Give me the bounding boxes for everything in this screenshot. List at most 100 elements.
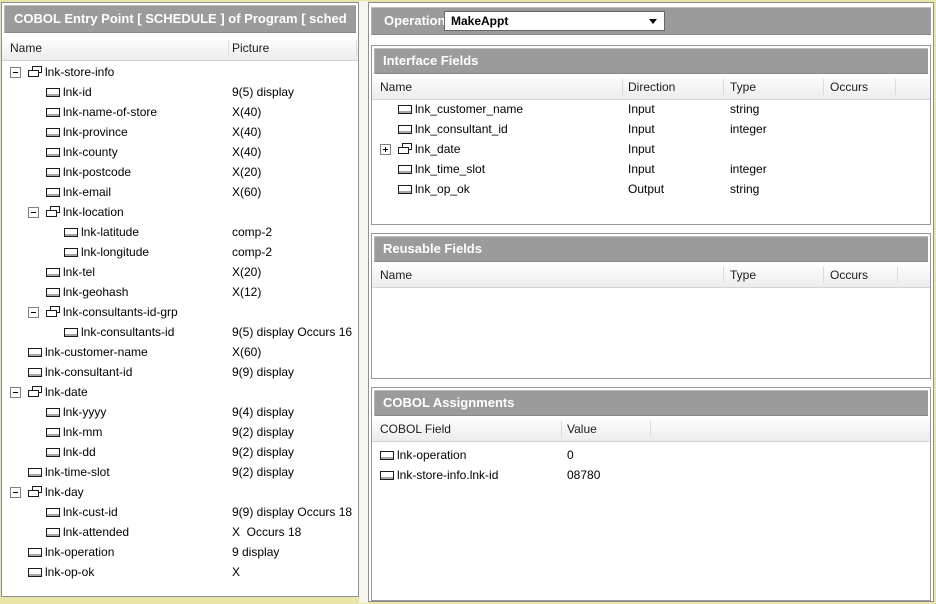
tree-row[interactable]: lnk-store-info bbox=[2, 62, 358, 82]
tree-row[interactable]: lnk-time-slot9(2) display bbox=[2, 462, 358, 482]
collapse-icon[interactable] bbox=[10, 67, 21, 78]
group-field-icon bbox=[398, 143, 412, 155]
column-resize-handle[interactable] bbox=[650, 421, 651, 437]
field-name: lnk-day bbox=[45, 485, 84, 499]
tree-row[interactable]: lnk-location bbox=[2, 202, 358, 222]
tree-row[interactable]: lnk-provinceX(40) bbox=[2, 122, 358, 142]
field-icon bbox=[28, 568, 42, 577]
column-header-picture[interactable]: Picture bbox=[232, 37, 269, 59]
interface-fields-section: Interface Fields Name Direction Type Occ… bbox=[371, 45, 931, 225]
tree-row[interactable]: lnk-consultants-id-grp bbox=[2, 302, 358, 322]
field-icon bbox=[46, 268, 60, 277]
column-resize-handle[interactable] bbox=[228, 40, 229, 56]
tree-row[interactable]: lnk-consultant-id9(9) display bbox=[2, 362, 358, 382]
field-icon bbox=[46, 288, 60, 297]
column-resize-handle[interactable] bbox=[897, 267, 898, 283]
collapse-icon[interactable] bbox=[10, 387, 21, 398]
interface-field-row[interactable]: lnk_consultant_idInputinteger bbox=[372, 119, 930, 139]
field-icon bbox=[398, 125, 412, 134]
column-header-type[interactable]: Type bbox=[730, 76, 756, 98]
column-resize-handle[interactable] bbox=[622, 79, 623, 95]
field-icon bbox=[64, 228, 78, 237]
column-resize-handle[interactable] bbox=[561, 421, 562, 437]
field-name: lnk-consultants-id-grp bbox=[63, 305, 178, 319]
field-name: lnk-op-ok bbox=[45, 565, 94, 579]
cobol-assignments-column-header-row: COBOL Field Value bbox=[372, 418, 930, 442]
tree-row[interactable]: lnk-customer-nameX(60) bbox=[2, 342, 358, 362]
field-icon bbox=[46, 428, 60, 437]
field-name: lnk-mm bbox=[63, 425, 102, 439]
operation-select[interactable]: MakeAppt bbox=[444, 11, 665, 31]
expand-icon[interactable] bbox=[380, 144, 391, 155]
picture-value: 9(2) display bbox=[232, 442, 294, 462]
interface-field-row[interactable]: lnk_dateInput bbox=[372, 139, 930, 159]
tree-row[interactable]: lnk-date bbox=[2, 382, 358, 402]
interface-field-row[interactable]: lnk_time_slotInputinteger bbox=[372, 159, 930, 179]
tree-row[interactable]: lnk-emailX(60) bbox=[2, 182, 358, 202]
column-header-name[interactable]: Name bbox=[380, 76, 412, 98]
field-name: lnk_op_ok bbox=[415, 182, 470, 196]
field-icon bbox=[398, 165, 412, 174]
field-name: lnk-consultant-id bbox=[45, 365, 132, 379]
field-name: lnk-email bbox=[63, 185, 111, 199]
column-header-occurs[interactable]: Occurs bbox=[830, 264, 868, 286]
tree-row[interactable]: lnk-id9(5) display bbox=[2, 82, 358, 102]
column-resize-handle[interactable] bbox=[823, 79, 824, 95]
column-resize-handle[interactable] bbox=[723, 267, 724, 283]
field-icon bbox=[398, 105, 412, 114]
group-field-icon bbox=[28, 386, 42, 398]
field-name: lnk_consultant_id bbox=[415, 122, 508, 136]
tree-row[interactable]: lnk-dd9(2) display bbox=[2, 442, 358, 462]
tree-row[interactable]: lnk-name-of-storeX(40) bbox=[2, 102, 358, 122]
picture-value: 9(9) display Occurs 18 bbox=[232, 502, 352, 522]
cobol-field-name: lnk-store-info.lnk-id bbox=[397, 468, 498, 482]
tree-row[interactable]: lnk-countyX(40) bbox=[2, 142, 358, 162]
tree-row[interactable]: lnk-attendedX Occurs 18 bbox=[2, 522, 358, 542]
column-resize-handle[interactable] bbox=[723, 79, 724, 95]
tree-row[interactable]: lnk-yyyy9(4) display bbox=[2, 402, 358, 422]
reusable-fields-column-header-row: Name Type Occurs bbox=[372, 264, 930, 288]
picture-value: comp-2 bbox=[232, 242, 272, 262]
interface-fields-column-header-row: Name Direction Type Occurs bbox=[372, 76, 930, 100]
field-name: lnk-geohash bbox=[63, 285, 128, 299]
collapse-icon[interactable] bbox=[10, 487, 21, 498]
column-header-value[interactable]: Value bbox=[567, 418, 597, 440]
tree-row[interactable]: lnk-latitudecomp-2 bbox=[2, 222, 358, 242]
tree-row[interactable]: lnk-operation9 display bbox=[2, 542, 358, 562]
interface-field-row[interactable]: lnk_op_okOutputstring bbox=[372, 179, 930, 199]
assignment-row[interactable]: lnk-operation0 bbox=[372, 445, 930, 465]
picture-value: 9(2) display bbox=[232, 462, 294, 482]
collapse-icon[interactable] bbox=[28, 307, 39, 318]
column-header-name[interactable]: Name bbox=[380, 264, 412, 286]
column-resize-handle[interactable] bbox=[895, 79, 896, 95]
tree-row[interactable]: lnk-mm9(2) display bbox=[2, 422, 358, 442]
column-header-type[interactable]: Type bbox=[730, 264, 756, 286]
group-field-icon bbox=[28, 66, 42, 78]
picture-value: 9(4) display bbox=[232, 402, 294, 422]
field-name: lnk-tel bbox=[63, 265, 95, 279]
column-header-occurs[interactable]: Occurs bbox=[830, 76, 868, 98]
column-resize-handle[interactable] bbox=[356, 40, 357, 56]
column-resize-handle[interactable] bbox=[823, 267, 824, 283]
picture-value: 9 display bbox=[232, 542, 279, 562]
field-name: lnk-county bbox=[63, 145, 118, 159]
collapse-icon[interactable] bbox=[28, 207, 39, 218]
column-header-cobol-field[interactable]: COBOL Field bbox=[380, 418, 451, 440]
tree-row[interactable]: lnk-cust-id9(9) display Occurs 18 bbox=[2, 502, 358, 522]
tree-row[interactable]: lnk-geohashX(12) bbox=[2, 282, 358, 302]
picture-value: 9(5) display bbox=[232, 82, 294, 102]
column-header-direction[interactable]: Direction bbox=[628, 76, 675, 98]
field-icon bbox=[46, 448, 60, 457]
tree-row[interactable]: lnk-op-okX bbox=[2, 562, 358, 582]
reusable-fields-section: Reusable Fields Name Type Occurs bbox=[371, 233, 931, 379]
tree-row[interactable]: lnk-telX(20) bbox=[2, 262, 358, 282]
assignment-row[interactable]: lnk-store-info.lnk-id08780 bbox=[372, 465, 930, 485]
interface-field-row[interactable]: lnk_customer_nameInputstring bbox=[372, 99, 930, 119]
field-icon bbox=[380, 471, 394, 480]
field-icon bbox=[28, 348, 42, 357]
tree-row[interactable]: lnk-longitudecomp-2 bbox=[2, 242, 358, 262]
tree-row[interactable]: lnk-consultants-id9(5) display Occurs 16 bbox=[2, 322, 358, 342]
column-header-name[interactable]: Name bbox=[10, 37, 42, 59]
tree-row[interactable]: lnk-postcodeX(20) bbox=[2, 162, 358, 182]
tree-row[interactable]: lnk-day bbox=[2, 482, 358, 502]
